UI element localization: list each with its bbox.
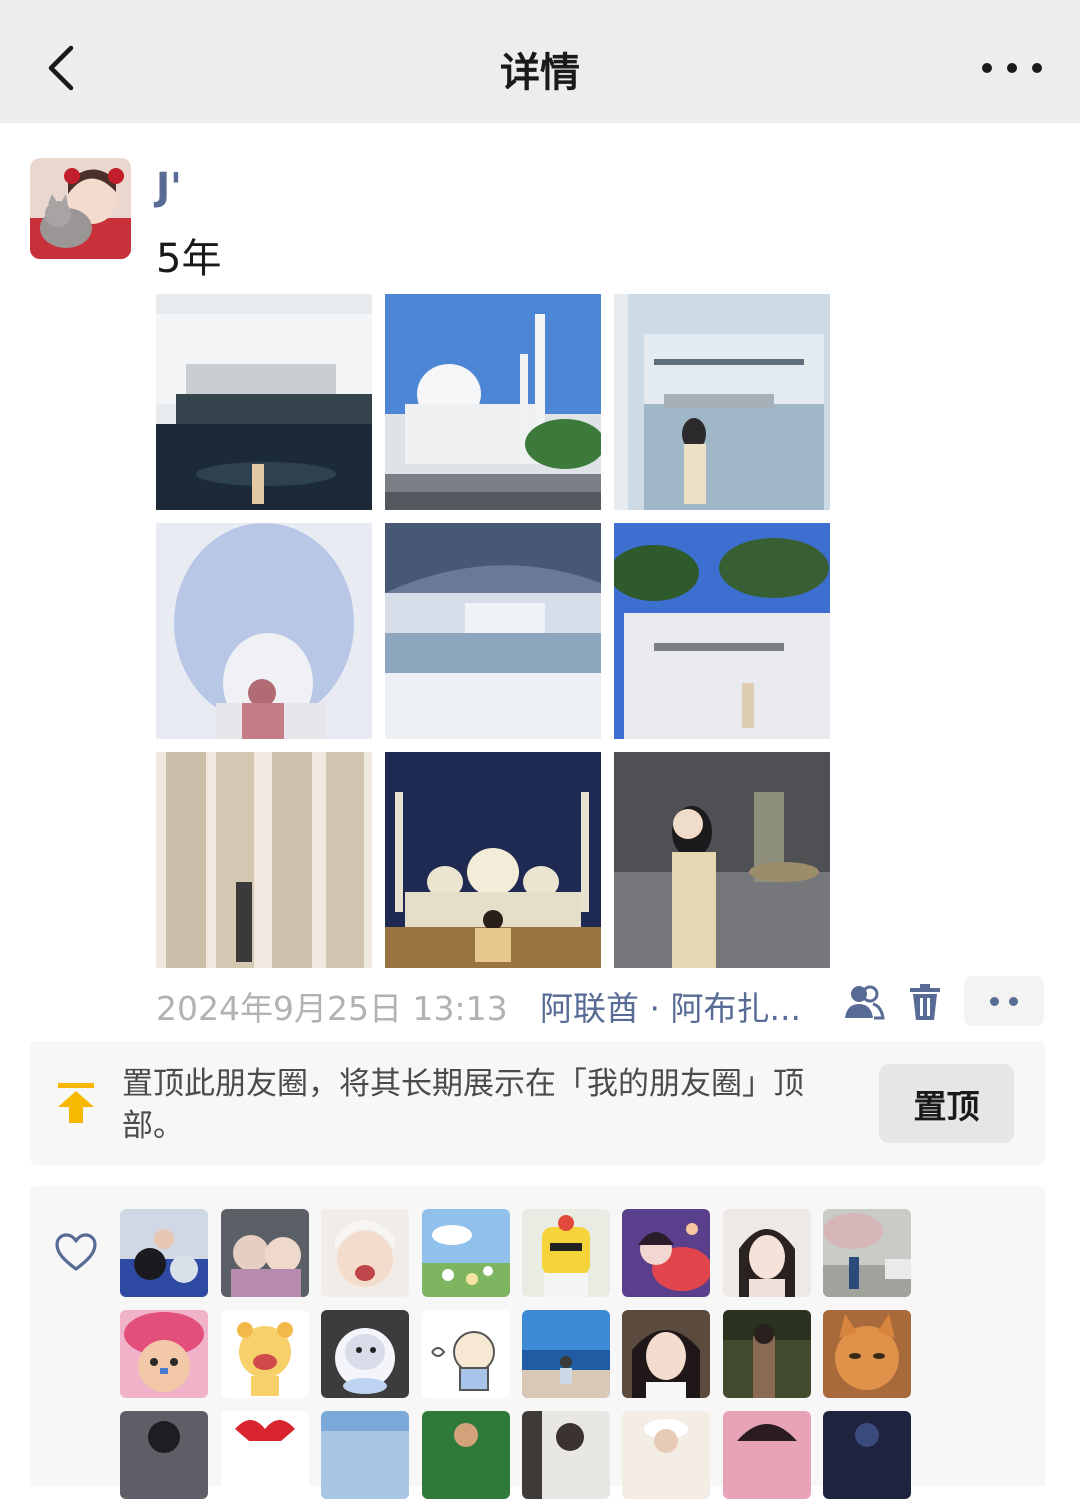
liker-avatar[interactable] <box>823 1209 911 1297</box>
photo-1[interactable] <box>156 294 372 510</box>
liker-avatar[interactable] <box>321 1310 409 1398</box>
page-title: 详情 <box>500 50 580 96</box>
liker-avatar[interactable] <box>522 1310 610 1398</box>
photo-7[interactable] <box>156 752 372 968</box>
pin-top-icon <box>56 1081 96 1125</box>
liker-avatar[interactable] <box>321 1209 409 1297</box>
liker-avatar[interactable] <box>522 1411 610 1499</box>
visibility-people-icon[interactable] <box>843 982 885 1022</box>
liker-avatar[interactable] <box>221 1209 309 1297</box>
pin-description: 置顶此朋友圈，将其长期展示在「我的朋友圈」顶部。 <box>122 1066 804 1144</box>
liker-avatar[interactable] <box>622 1209 710 1297</box>
liker-avatar[interactable] <box>120 1209 208 1297</box>
liker-avatar[interactable] <box>622 1411 710 1499</box>
liker-avatar[interactable] <box>120 1310 208 1398</box>
nav-bar: 详情 <box>0 0 1080 123</box>
liker-avatar[interactable] <box>522 1209 610 1297</box>
post-location[interactable]: 阿联酋 · 阿布扎... <box>540 982 801 1030</box>
photo-6[interactable] <box>614 523 830 739</box>
liker-avatar[interactable] <box>723 1310 811 1398</box>
photo-3[interactable] <box>614 294 830 510</box>
likes-section <box>30 1186 1045 1499</box>
liker-avatar[interactable] <box>622 1310 710 1398</box>
post-text: 5年 <box>156 236 222 282</box>
trash-icon[interactable] <box>904 982 946 1022</box>
liker-avatar[interactable] <box>823 1310 911 1398</box>
photo-5[interactable] <box>385 523 601 739</box>
photo-8[interactable] <box>385 752 601 968</box>
post-more-button[interactable] <box>964 976 1044 1026</box>
liker-avatar[interactable] <box>221 1310 309 1398</box>
liker-avatar[interactable] <box>422 1411 510 1499</box>
post-timestamp: 2024年9月25日 13:13 <box>156 989 508 1028</box>
liker-avatar[interactable] <box>422 1209 510 1297</box>
liker-avatar[interactable] <box>221 1411 309 1499</box>
photo-4[interactable] <box>156 523 372 739</box>
liker-avatar[interactable] <box>422 1310 510 1398</box>
pin-banner: 置顶此朋友圈，将其长期展示在「我的朋友圈」顶部。 置顶 <box>30 1041 1045 1165</box>
photo-grid <box>156 294 830 968</box>
avatar[interactable] <box>30 158 131 259</box>
heart-outline-icon <box>54 1232 98 1272</box>
photo-9[interactable] <box>614 752 830 968</box>
liker-avatar[interactable] <box>120 1411 208 1499</box>
photo-2[interactable] <box>385 294 601 510</box>
liker-avatar[interactable] <box>321 1411 409 1499</box>
liker-avatar[interactable] <box>723 1209 811 1297</box>
liker-avatar[interactable] <box>823 1411 911 1499</box>
username[interactable]: J' <box>156 165 182 209</box>
pin-button[interactable]: 置顶 <box>879 1064 1014 1143</box>
liker-avatar[interactable] <box>723 1411 811 1499</box>
more-dots-icon[interactable] <box>982 50 1042 86</box>
